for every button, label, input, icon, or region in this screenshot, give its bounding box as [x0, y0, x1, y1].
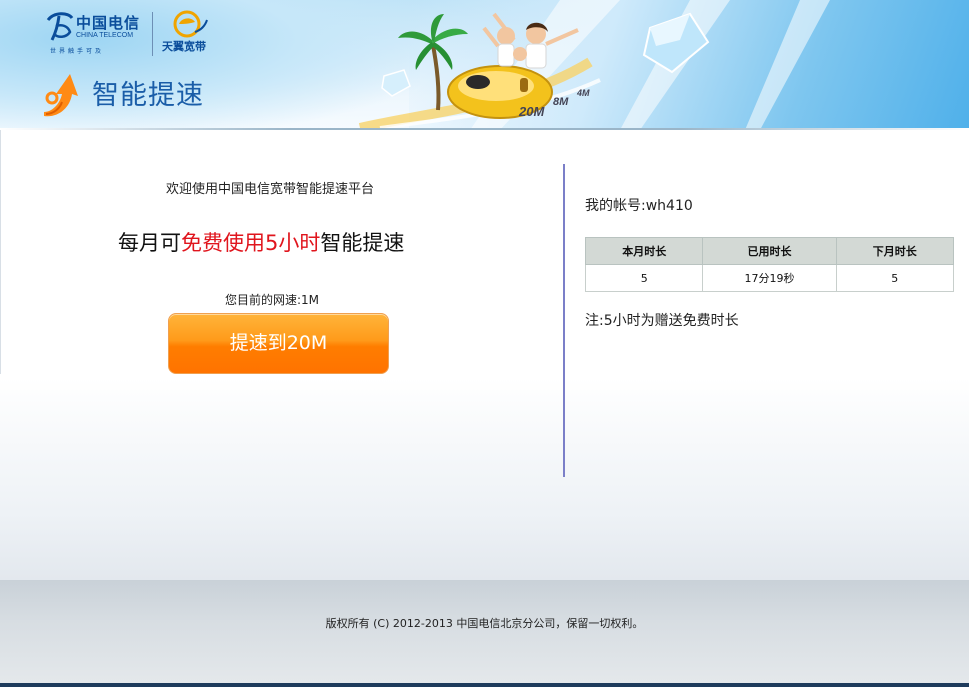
bottom-bar [0, 683, 969, 687]
copyright-text: 版权所有 (C) 2012-2013 中国电信北京分公司，保留一切权利。 [325, 617, 644, 630]
tianyi-broadband-logo: 天翼宽带 [159, 10, 219, 56]
footer: 版权所有 (C) 2012-2013 中国电信北京分公司，保留一切权利。 [0, 580, 969, 683]
header-used: 已用时长 [702, 237, 837, 265]
china-telecom-slogan: 世界触手可及 [50, 48, 105, 55]
usage-table: 本月时长 已用时长 下月时长 5 17分19秒 5 [584, 237, 955, 292]
headline-highlight: 免费使用5小时 [181, 231, 321, 255]
account-label: 我的帐号: [585, 198, 646, 214]
current-speed-label: 您目前的网速: [225, 293, 302, 307]
cell-used: 17分19秒 [702, 264, 837, 292]
vertical-divider [563, 164, 565, 477]
header-banner: 20M 8M 4M 中国电信 CHINA TELECOM 世界触手可及 天翼宽带 [0, 0, 969, 130]
table-row: 5 17分19秒 5 [584, 264, 955, 292]
header-next-month: 下月时长 [835, 237, 955, 265]
free-time-note: 注:5小时为赠送免费时长 [585, 313, 739, 329]
headline: 每月可免费使用5小时智能提速 [118, 227, 404, 257]
china-telecom-emblem-icon [46, 12, 74, 41]
headline-suffix: 智能提速 [320, 231, 405, 255]
usage-table-header-row: 本月时长 已用时长 下月时长 [584, 237, 955, 265]
headline-prefix: 每月可 [118, 231, 181, 255]
china-telecom-name: 中国电信 [76, 14, 141, 32]
account-value: wh410 [645, 198, 693, 214]
account-info: 我的帐号:wh410 [585, 195, 693, 215]
boost-arrow-icon [44, 74, 78, 117]
header-this-month: 本月时长 [584, 237, 704, 265]
current-speed: 您目前的网速:1M [225, 291, 319, 308]
china-telecom-logo: 中国电信 CHINA TELECOM 世界触手可及 [44, 10, 148, 56]
brand-logos: 中国电信 CHINA TELECOM 世界触手可及 天翼宽带 [44, 10, 219, 56]
speed-tag-4m: 4M [577, 88, 590, 98]
welcome-text: 欢迎使用中国电信宽带智能提速平台 [166, 182, 375, 197]
speed-tag-20m: 20M [519, 104, 545, 119]
small-ice-cube-icon [381, 69, 411, 97]
left-edge [0, 130, 4, 374]
main-content [0, 130, 969, 580]
cell-this-month: 5 [584, 264, 704, 292]
logo-separator [152, 12, 153, 56]
boost-button[interactable]: 提速到20M [168, 313, 389, 374]
page-heading: 智能提速 [38, 64, 204, 120]
cell-next-month: 5 [835, 264, 955, 292]
page-title: 智能提速 [92, 79, 204, 111]
tianyi-e-icon [173, 10, 208, 38]
speed-tag-8m: 8M [553, 96, 569, 108]
current-speed-value: 1M [301, 293, 320, 307]
tianyi-broadband-name: 天翼宽带 [162, 40, 206, 53]
china-telecom-en: CHINA TELECOM [76, 32, 134, 39]
